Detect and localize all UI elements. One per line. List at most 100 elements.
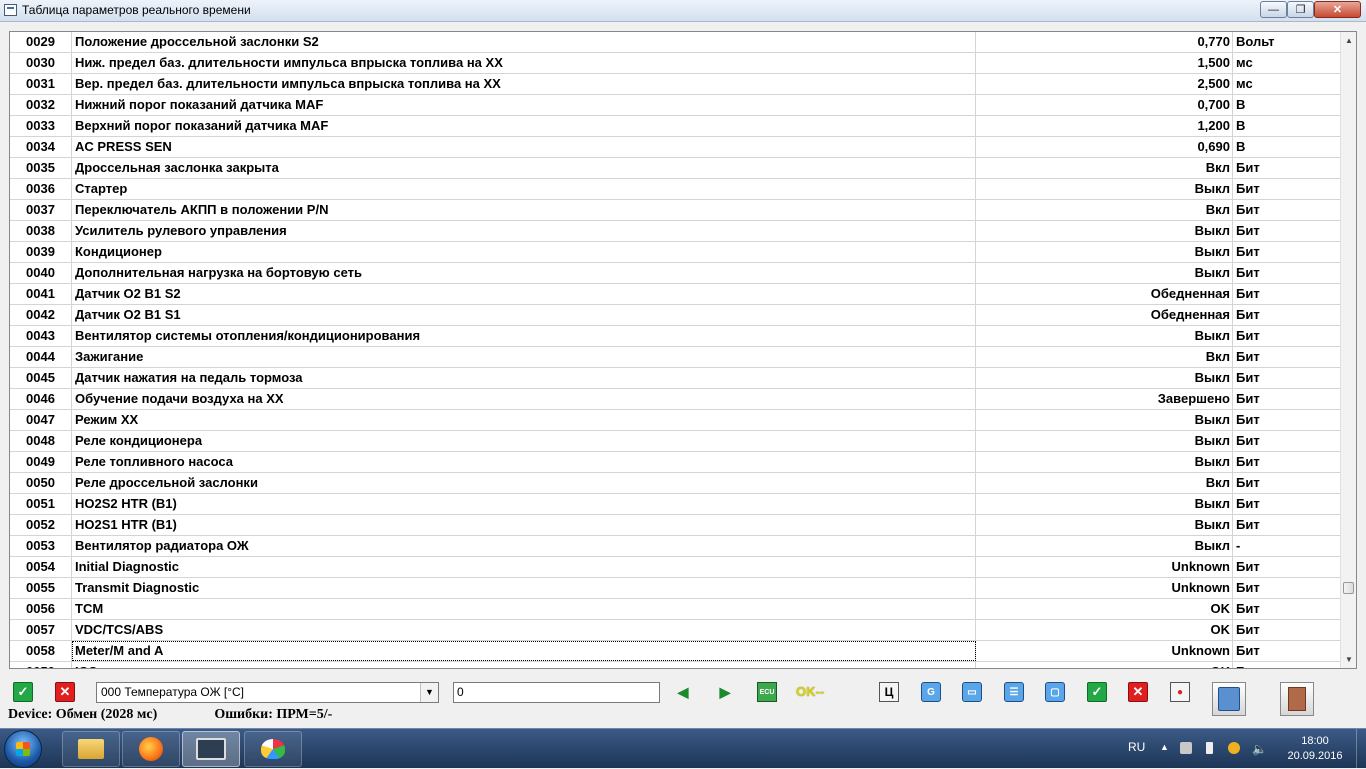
table-row[interactable]: 0032 Нижний порог показаний датчика MAF 0,… [10, 95, 1340, 116]
table-row[interactable]: 0035 Дроссельная заслонка закрыта Вкл Бит [10, 158, 1340, 179]
table-row[interactable]: 0042 Датчик O2 B1 S1 Обедненная Бит [10, 305, 1340, 326]
table-row[interactable]: 0045 Датчик нажатия на педаль тормоза Выкл… [10, 368, 1340, 389]
volume-icon[interactable]: 🔈 [1252, 742, 1267, 756]
row-unit: Бит [1232, 221, 1340, 241]
table-row[interactable]: 0038 Усилитель рулевого управления Выкл Бит [10, 221, 1340, 242]
row-value: Выкл [1194, 433, 1230, 448]
parameter-select[interactable]: 000 Температура ОЖ [°C] ▼ [96, 682, 439, 703]
ecu-icon[interactable]: ECU [757, 682, 777, 702]
row-number: 0041 [10, 284, 72, 304]
diagnostic-app-taskbar-icon[interactable] [182, 731, 240, 767]
table-row[interactable]: 0054 Initial Diagnostic Unknown Бит [10, 557, 1340, 578]
cancel-x-icon[interactable]: ✕ [55, 682, 75, 702]
save-disk-icon[interactable] [1212, 682, 1246, 716]
apply-check-icon[interactable]: ✓ [1087, 682, 1107, 702]
display-icon[interactable]: ▢ [1045, 682, 1065, 702]
minimize-button[interactable]: — [1260, 1, 1287, 18]
chevron-down-icon[interactable]: ▼ [420, 683, 438, 702]
table-row[interactable]: 0037 Переключатель АКПП в положении P/N Вк… [10, 200, 1340, 221]
table-row[interactable]: 0057 VDC/TCS/ABS OK Бит [10, 620, 1340, 641]
battery-icon[interactable] [1206, 742, 1213, 754]
row-name: Положение дроссельной заслонки S2 [72, 32, 976, 52]
play-back-icon[interactable]: ◀ [673, 682, 693, 702]
start-button[interactable] [4, 730, 42, 768]
table-row[interactable]: 0047 Режим ХХ Выкл Бит [10, 410, 1340, 431]
remove-x-icon[interactable]: ✕ [1128, 682, 1148, 702]
play-forward-icon[interactable]: ▶ [715, 682, 735, 702]
tray-expand-icon[interactable]: ▲ [1160, 742, 1172, 754]
clock[interactable]: 18:00 20.09.2016 [1280, 734, 1350, 764]
row-number: 0049 [10, 452, 72, 472]
table-row[interactable]: 0044 Зажигание Вкл Бит [10, 347, 1340, 368]
table-row[interactable]: 0053 Вентилятор радиатора ОЖ Выкл - [10, 536, 1340, 557]
row-number: 0058 [10, 641, 72, 661]
row-unit: Бит [1232, 200, 1340, 220]
row-number: 0033 [10, 116, 72, 136]
table-row[interactable]: 0039 Кондиционер Выкл Бит [10, 242, 1340, 263]
table-row[interactable]: 0040 Дополнительная нагрузка на бортовую … [10, 263, 1340, 284]
maximize-button[interactable]: ❐ [1287, 1, 1314, 18]
row-unit: мс [1232, 53, 1340, 73]
row-unit: Бит [1232, 494, 1340, 514]
row-number: 0051 [10, 494, 72, 514]
row-value: OK [1210, 601, 1231, 616]
power-icon[interactable] [1228, 742, 1240, 754]
row-value: Выкл [1194, 454, 1230, 469]
table-row[interactable]: 0048 Реле кондиционера Выкл Бит [10, 431, 1340, 452]
row-value: Обедненная [1150, 307, 1230, 322]
network-icon[interactable] [1180, 742, 1192, 754]
row-name: Вентилятор радиатора ОЖ [72, 536, 976, 556]
row-name: Meter/M and A [72, 641, 976, 661]
record-icon[interactable]: ● [1170, 682, 1190, 702]
value-input[interactable]: 0 [453, 682, 660, 703]
row-name: Дополнительная нагрузка на бортовую сеть [72, 263, 976, 283]
table-row[interactable]: 0030 Ниж. предел баз. длительности импуль… [10, 53, 1340, 74]
paint-taskbar-icon[interactable] [244, 731, 302, 767]
parameter-table[interactable]: 0029 Положение дроссельной заслонки S2 0,7… [9, 31, 1357, 669]
row-name: Реле дроссельной заслонки [72, 473, 976, 493]
list-icon[interactable]: ☰ [1004, 682, 1024, 702]
exit-door-icon[interactable] [1280, 682, 1314, 716]
row-name: Ниж. предел баз. длительности импульса в… [72, 53, 976, 73]
table-row[interactable]: 0058 Meter/M and A Unknown Бит [10, 641, 1340, 662]
table-row[interactable]: 0043 Вентилятор системы отопления/кондици… [10, 326, 1340, 347]
g-button[interactable]: G [921, 682, 941, 702]
language-indicator[interactable]: RU [1128, 740, 1145, 754]
table-row[interactable]: 0050 Реле дроссельной заслонки Вкл Бит [10, 473, 1340, 494]
close-button[interactable]: ✕ [1314, 1, 1361, 18]
table-row[interactable]: 0034 AC PRESS SEN 0,690 В [10, 137, 1340, 158]
scroll-down-arrow-icon[interactable]: ▼ [1341, 651, 1356, 668]
row-name: Вентилятор системы отопления/кондиционир… [72, 326, 976, 346]
row-value: Выкл [1194, 496, 1230, 511]
table-row[interactable]: 0046 Обучение подачи воздуха на ХХ Заверше… [10, 389, 1340, 410]
row-value: Выкл [1194, 181, 1230, 196]
explorer-taskbar-icon[interactable] [62, 731, 120, 767]
row-unit: В [1232, 137, 1340, 157]
table-row[interactable]: 0033 Верхний порог показаний датчика MAF 1… [10, 116, 1340, 137]
firefox-taskbar-icon[interactable] [122, 731, 180, 767]
table-row[interactable]: 0029 Положение дроссельной заслонки S2 0,7… [10, 32, 1340, 53]
table-row[interactable]: 0052 HO2S1 HTR (B1) Выкл Бит [10, 515, 1340, 536]
table-row[interactable]: 0049 Реле топливного насоса Выкл Бит [10, 452, 1340, 473]
scroll-up-arrow-icon[interactable]: ▲ [1341, 32, 1356, 49]
table-row[interactable]: 0059ICCOKБит [10, 662, 1340, 668]
table-row[interactable]: 0055 Transmit Diagnostic Unknown Бит [10, 578, 1340, 599]
row-number: 0050 [10, 473, 72, 493]
table-row[interactable]: 0041 Датчик O2 B1 S2 Обедненная Бит [10, 284, 1340, 305]
table-row[interactable]: 0031 Вер. предел баз. длительности импуль… [10, 74, 1340, 95]
window-titlebar[interactable]: Таблица параметров реального времени — ❐… [0, 0, 1366, 22]
row-number: 0043 [10, 326, 72, 346]
show-desktop-button[interactable] [1356, 729, 1366, 769]
dual-screen-icon[interactable]: ▭ [962, 682, 982, 702]
row-name: ICC [72, 662, 976, 668]
table-row[interactable]: 0056 TCM OK Бит [10, 599, 1340, 620]
firefox-icon [139, 737, 163, 761]
scroll-thumb[interactable] [1343, 582, 1354, 594]
vertical-scrollbar[interactable]: ▲ ▼ [1340, 32, 1356, 668]
table-row[interactable]: 0051 HO2S2 HTR (B1) Выкл Бит [10, 494, 1340, 515]
c-button[interactable]: Ц [879, 682, 899, 702]
row-number: 0052 [10, 515, 72, 535]
confirm-check-icon[interactable]: ✓ [13, 682, 33, 702]
table-row[interactable]: 0036 Стартер Выкл Бит [10, 179, 1340, 200]
row-number: 0045 [10, 368, 72, 388]
